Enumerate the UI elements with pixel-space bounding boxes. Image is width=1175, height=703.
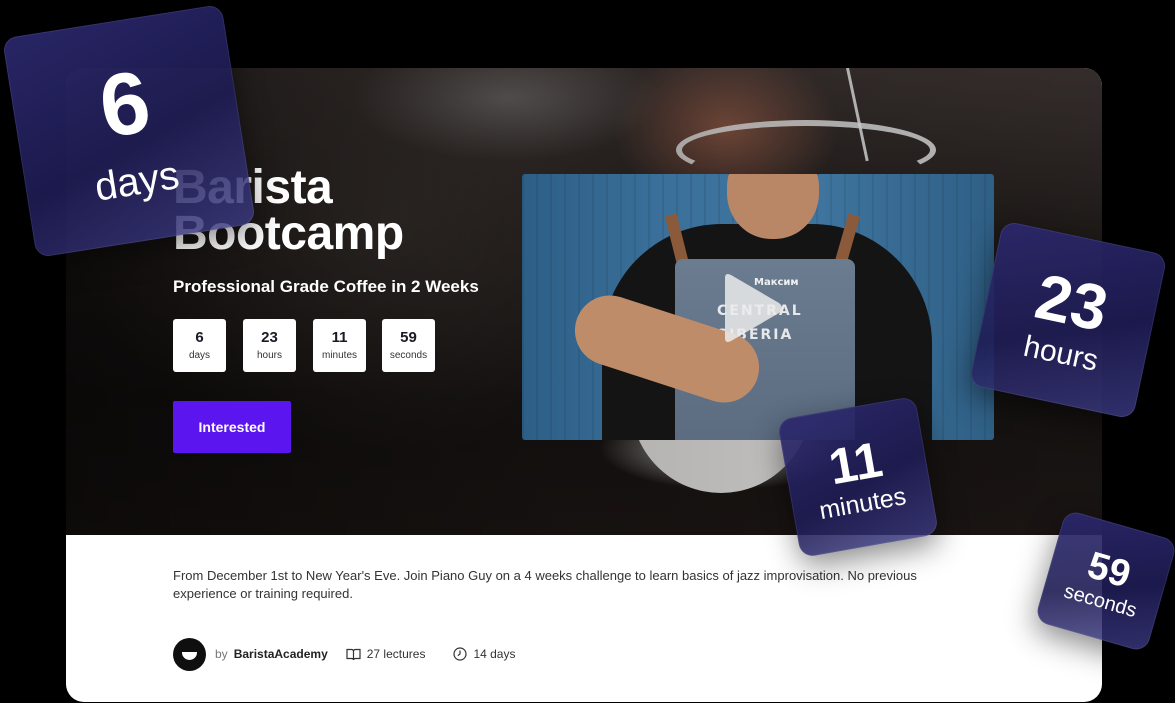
floating-tile-minutes: 11 minutes [776, 395, 940, 559]
floating-days-unit: days [91, 153, 183, 210]
course-description: From December 1st to New Year's Eve. Joi… [173, 568, 917, 601]
course-duration: 14 days [453, 647, 515, 661]
countdown-seconds-unit: seconds [389, 350, 428, 361]
video-player[interactable]: Максим CENTRAL SIBERIA [522, 174, 994, 440]
course-duration-label: 14 days [473, 647, 516, 661]
course-meta: by BaristaAcademy 27 lectures 14 days [173, 637, 515, 671]
author-avatar[interactable] [173, 637, 206, 671]
floating-minutes-value: 11 [824, 430, 887, 495]
floating-tile-hours: 23 hours [968, 220, 1168, 420]
lectures-count: 27 lectures [346, 647, 426, 661]
countdown-hours-unit: hours [256, 350, 282, 361]
floating-tile-days: 6 days [2, 4, 256, 258]
countdown-days-unit: days [188, 350, 211, 361]
page: Barista Bootcamp Professional Grade Coff… [0, 0, 1175, 703]
floating-days-value: 6 [92, 51, 157, 157]
countdown-minutes-value: 11 [331, 329, 348, 346]
countdown-hours-value: 23 [261, 329, 278, 346]
clock-icon [453, 647, 468, 661]
floating-hours-value: 23 [1029, 259, 1115, 346]
book-icon [346, 648, 361, 660]
countdown-days: 6 days [173, 319, 226, 372]
countdown-seconds: 59 seconds [382, 319, 435, 372]
floating-minutes-unit: minutes [817, 481, 909, 525]
countdown-minutes: 11 minutes [313, 319, 366, 372]
play-icon[interactable] [719, 272, 785, 344]
countdown-minutes-unit: minutes [321, 350, 357, 361]
countdown-seconds-value: 59 [400, 329, 417, 346]
countdown-hours: 23 hours [243, 319, 296, 372]
by-label: by [215, 647, 228, 661]
lectures-count-label: 27 lectures [366, 647, 426, 661]
course-subtitle: Professional Grade Coffee in 2 Weeks [173, 277, 479, 296]
author-name[interactable]: BaristaAcademy [234, 647, 328, 661]
countdown-days-value: 6 [195, 329, 204, 346]
interested-button[interactable]: Interested [173, 401, 291, 453]
